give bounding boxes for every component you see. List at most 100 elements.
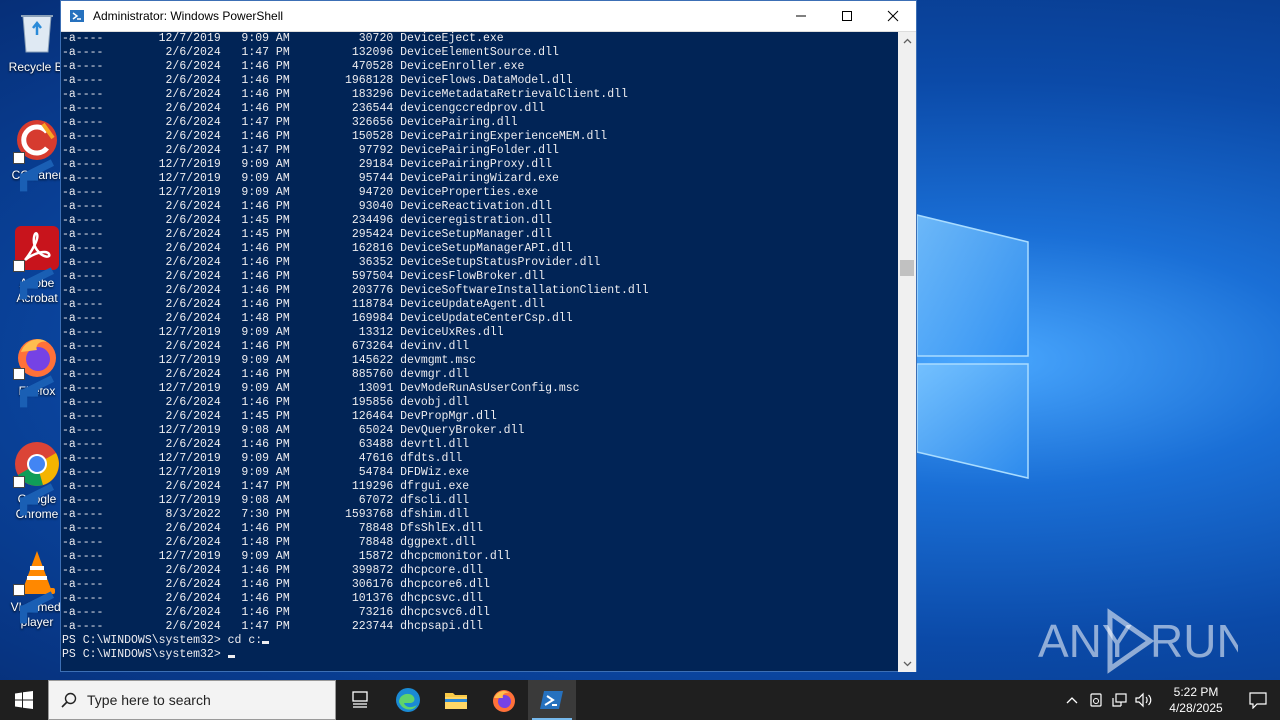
listing-row: -a---- 2/6/2024 1:46 PM 63488 devrtl.dll [62, 438, 470, 451]
command-text: cd c: [227, 634, 263, 647]
listing-row: -a---- 12/7/2019 9:08 AM 67072 dfscli.dl… [62, 494, 470, 507]
tray-device-button[interactable] [1084, 680, 1108, 720]
listing-row: -a---- 2/6/2024 1:46 PM 195856 devobj.dl… [62, 396, 470, 409]
taskbar-app-firefox[interactable] [480, 680, 528, 720]
listing-row: -a---- 2/6/2024 1:46 PM 73216 dhcpcsvc6.… [62, 606, 490, 619]
listing-row: -a---- 2/6/2024 1:46 PM 236544 devicengc… [62, 102, 546, 115]
listing-row: -a---- 2/6/2024 1:48 PM 78848 dggpext.dl… [62, 536, 477, 549]
listing-row: -a---- 2/6/2024 1:46 PM 162816 DeviceSet… [62, 242, 573, 255]
listing-row: -a---- 2/6/2024 1:47 PM 223744 dhcpsapi.… [62, 620, 483, 633]
listing-row: -a---- 12/7/2019 9:09 AM 13091 DevModeRu… [62, 382, 580, 395]
taskbar: Type here to search 5:22 PM 4/28/2025 [0, 680, 1280, 720]
listing-row: -a---- 12/7/2019 9:09 AM 145622 devmgmt.… [62, 354, 477, 367]
powershell-window[interactable]: Administrator: Windows PowerShell -a----… [60, 0, 917, 672]
shortcut-arrow-icon [13, 476, 55, 516]
firefox-icon [13, 332, 61, 408]
listing-row: -a---- 2/6/2024 1:47 PM 132096 DeviceEle… [62, 46, 559, 59]
text-cursor [262, 641, 270, 644]
folder-icon [445, 693, 467, 709]
taskbar-search-box[interactable]: Type here to search [48, 680, 336, 720]
window-titlebar[interactable]: Administrator: Windows PowerShell [61, 1, 916, 32]
listing-row: -a---- 2/6/2024 1:48 PM 169984 DeviceUpd… [62, 312, 573, 325]
shortcut-arrow-icon [13, 260, 55, 300]
taskbar-app-powershell[interactable] [528, 680, 576, 720]
clock-date: 4/28/2025 [1169, 701, 1223, 715]
listing-row: -a---- 2/6/2024 1:45 PM 126464 DevPropMg… [62, 410, 497, 423]
window-title: Administrator: Windows PowerShell [93, 9, 284, 23]
minimize-icon [796, 15, 806, 17]
listing-row: -a---- 2/6/2024 1:46 PM 673264 devinv.dl… [62, 340, 470, 353]
network-icon [1112, 693, 1127, 707]
listing-row: -a---- 2/6/2024 1:45 PM 234496 devicereg… [62, 214, 552, 227]
console-output[interactable]: -a---- 12/7/2019 9:09 AM 30720 DeviceEje… [61, 32, 899, 672]
listing-row: -a---- 2/6/2024 1:46 PM 470528 DeviceEnr… [62, 60, 525, 73]
listing-row: -a---- 2/6/2024 1:46 PM 93040 DeviceReac… [62, 200, 552, 213]
listing-row: -a---- 12/7/2019 9:08 AM 65024 DevQueryB… [62, 424, 525, 437]
notification-icon [1249, 692, 1267, 709]
powershell-icon [540, 691, 563, 709]
edge-icon [396, 688, 420, 712]
chevron-up-icon [1066, 697, 1078, 704]
powershell-icon [70, 10, 84, 22]
shortcut-arrow-icon [13, 152, 55, 192]
scroll-down-button[interactable] [898, 655, 916, 672]
listing-row: -a---- 2/6/2024 1:46 PM 597504 DevicesFl… [62, 270, 546, 283]
notification-center-button[interactable] [1236, 680, 1280, 720]
listing-row: -a---- 2/6/2024 1:45 PM 295424 DeviceSet… [62, 228, 552, 241]
listing-row: -a---- 2/6/2024 1:46 PM 306176 dhcpcore6… [62, 578, 490, 591]
search-icon [61, 692, 77, 708]
volume-button[interactable] [1132, 680, 1156, 720]
scroll-up-button[interactable] [898, 32, 916, 49]
listing-row: -a---- 12/7/2019 9:09 AM 15872 dhcpcmoni… [62, 550, 511, 563]
prompt: PS C:\WINDOWS\system32> [62, 634, 228, 647]
listing-row: -a---- 12/7/2019 9:09 AM 95744 DevicePai… [62, 172, 559, 185]
clock-time: 5:22 PM [1173, 685, 1219, 699]
listing-row: -a---- 2/6/2024 1:46 PM 150528 DevicePai… [62, 130, 608, 143]
adobe-acrobat-icon [13, 224, 61, 300]
anyrun-watermark: ANY RUN [1038, 608, 1238, 674]
listing-row: -a---- 2/6/2024 1:47 PM 119296 dfrgui.ex… [62, 480, 470, 493]
taskbar-app-edge[interactable] [384, 680, 432, 720]
close-button[interactable] [870, 1, 916, 32]
listing-row: -a---- 12/7/2019 9:09 AM 54784 DFDWiz.ex… [62, 466, 470, 479]
listing-row: -a---- 2/6/2024 1:46 PM 885760 devmgr.dl… [62, 368, 470, 381]
prompt-line[interactable]: PS C:\WINDOWS\system32> [61, 648, 899, 662]
listing-row: -a---- 12/7/2019 9:09 AM 94720 DevicePro… [62, 186, 539, 199]
close-icon [887, 10, 899, 22]
listing-row: -a---- 12/7/2019 9:09 AM 29184 DevicePai… [62, 158, 552, 171]
shortcut-arrow-icon [13, 368, 55, 408]
taskbar-clock[interactable]: 5:22 PM 4/28/2025 [1156, 684, 1236, 716]
taskbar-app-file-explorer[interactable] [432, 680, 480, 720]
vertical-scrollbar[interactable] [898, 32, 916, 672]
search-placeholder: Type here to search [87, 692, 211, 708]
text-cursor [227, 655, 235, 658]
system-tray: 5:22 PM 4/28/2025 [1060, 680, 1280, 720]
chrome-icon [13, 440, 61, 516]
show-hidden-icons-button[interactable] [1060, 680, 1084, 720]
chevron-up-icon [903, 38, 911, 43]
firefox-icon [493, 690, 515, 712]
listing-row: -a---- 8/3/2022 7:30 PM 1593768 dfshim.d… [62, 508, 470, 521]
start-button[interactable] [0, 680, 48, 720]
network-button[interactable] [1108, 680, 1132, 720]
windows-start-icon [15, 691, 33, 709]
listing-row: -a---- 2/6/2024 1:46 PM 78848 DfsShlEx.d… [62, 522, 483, 535]
maximize-button[interactable] [824, 1, 870, 32]
task-view-button[interactable] [336, 680, 384, 720]
watermark-text-any: ANY [1038, 615, 1133, 667]
listing-row: -a---- 2/6/2024 1:46 PM 36352 DeviceSetu… [62, 256, 601, 269]
listing-row: -a---- 12/7/2019 9:09 AM 13312 DeviceUxR… [62, 326, 504, 339]
listing-row: -a---- 12/7/2019 9:09 AM 30720 DeviceEje… [62, 32, 504, 45]
listing-row: -a---- 2/6/2024 1:46 PM 183296 DeviceMet… [62, 88, 628, 101]
directory-listing: -a---- 12/7/2019 9:09 AM 30720 DeviceEje… [61, 32, 899, 634]
listing-row: -a---- 2/6/2024 1:46 PM 399872 dhcpcore.… [62, 564, 483, 577]
ccleaner-icon [13, 116, 61, 192]
scrollbar-thumb[interactable] [900, 260, 914, 276]
listing-row: -a---- 2/6/2024 1:46 PM 101376 dhcpcsvc.… [62, 592, 483, 605]
shortcut-arrow-icon [13, 584, 55, 624]
vlc-cone-icon [13, 548, 61, 624]
minimize-button[interactable] [778, 1, 824, 32]
listing-row: -a---- 2/6/2024 1:46 PM 203776 DeviceSof… [62, 284, 649, 297]
chevron-down-icon [903, 661, 911, 666]
prompt-line: PS C:\WINDOWS\system32> cd c: [61, 634, 899, 648]
